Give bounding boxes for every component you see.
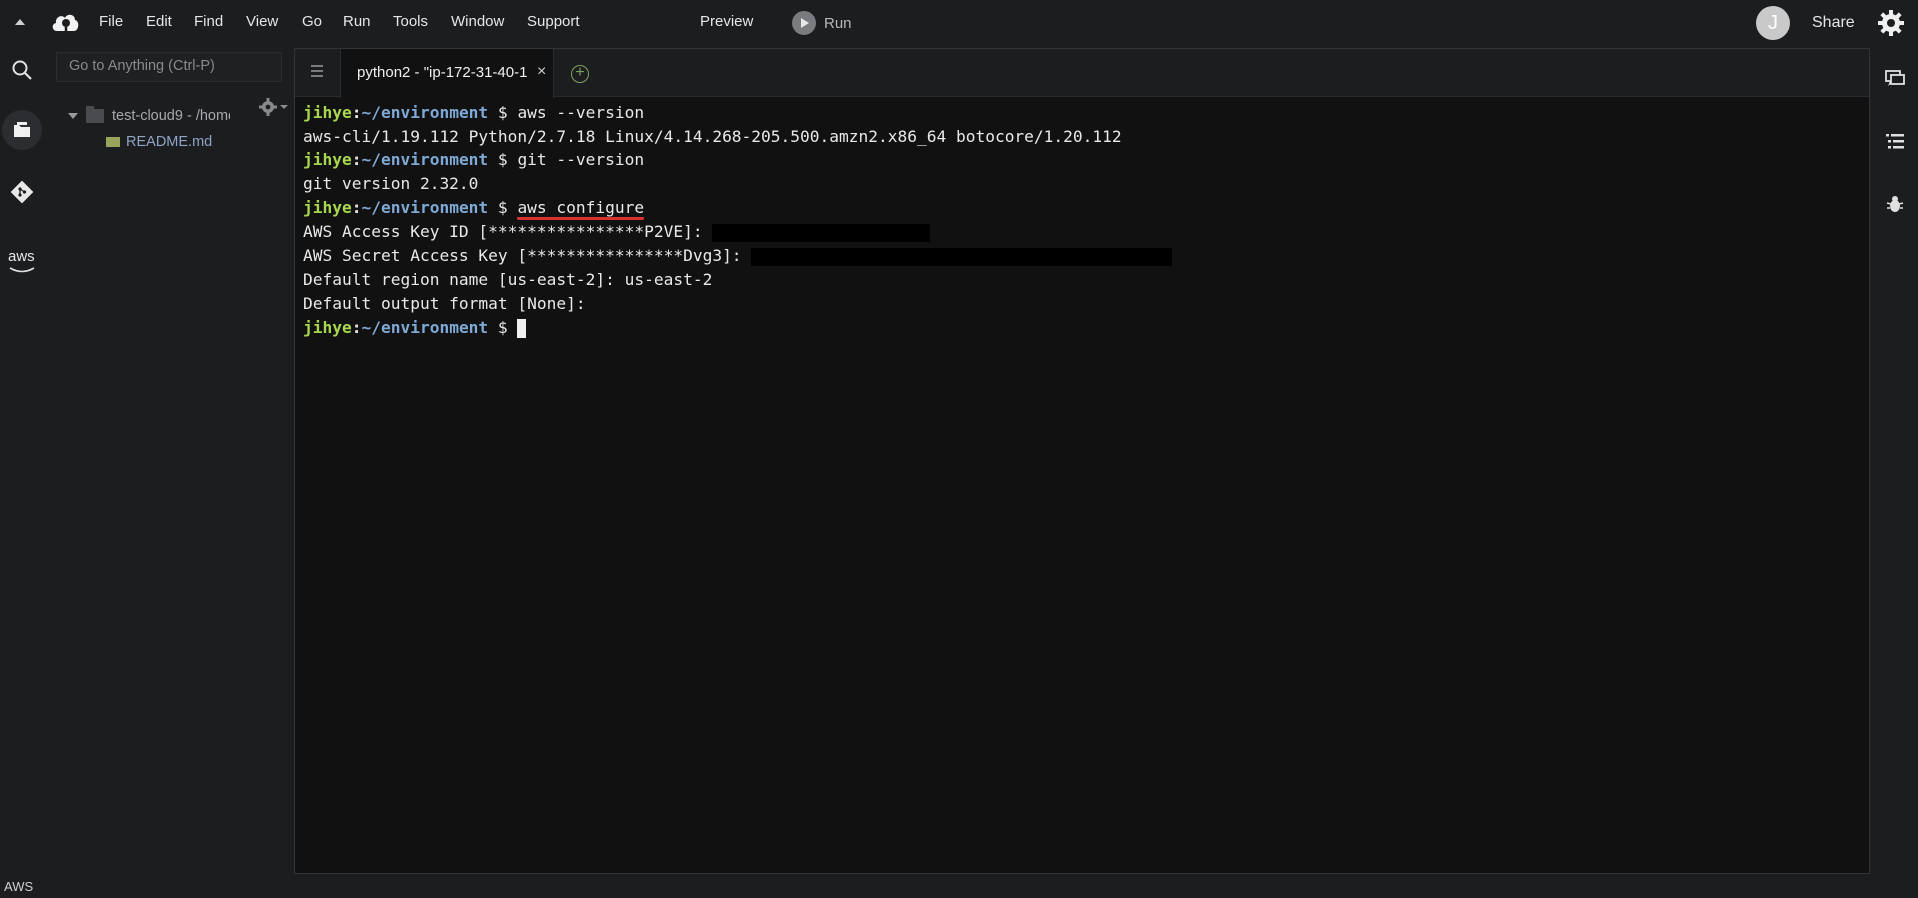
folder-icon <box>86 106 104 123</box>
menu-run[interactable]: Run <box>343 13 371 30</box>
terminal-line: jihye:~/environment $ aws configure <box>303 197 645 220</box>
terminal-line: AWS Access Key ID [****************P2VE]… <box>303 221 931 243</box>
tab-bar: python2 - "ip-172-31-40-1 × + <box>295 49 1869 98</box>
play-icon <box>792 11 816 35</box>
prompt-symbol: $ <box>488 150 518 169</box>
prompt-user: jihye <box>303 198 352 217</box>
debugger-bug-icon[interactable] <box>1884 193 1906 215</box>
cloud9-logo-icon[interactable] <box>50 9 80 35</box>
terminal-line: aws-cli/1.19.112 Python/2.7.18 Linux/4.1… <box>303 127 1122 146</box>
tab-title: python2 - "ip-172-31-40-1 <box>357 64 528 81</box>
menu-bar: File Edit Find View Go Run Tools Window … <box>0 0 1918 46</box>
prompt-path: ~/environment <box>361 318 489 337</box>
prompt-user: jihye <box>303 318 352 337</box>
preview-button[interactable]: Preview <box>700 13 753 30</box>
terminal-line: jihye:~/environment $ aws --version <box>303 103 645 122</box>
secret-key-prompt: AWS Secret Access Key [****************D… <box>303 246 752 265</box>
left-icon-rail: aws <box>0 46 44 866</box>
aws-smile-icon <box>9 267 35 273</box>
command-text: git --version <box>517 150 645 169</box>
user-avatar[interactable]: J <box>1756 6 1790 40</box>
files-icon[interactable] <box>2 110 42 150</box>
tree-root-folder[interactable]: test-cloud9 - /home <box>68 106 230 126</box>
share-button[interactable]: Share <box>1812 14 1855 32</box>
aws-rail-label: aws <box>8 248 35 265</box>
terminal-line: jihye:~/environment $ git --version <box>303 150 645 169</box>
file-tree-panel: Go to Anything (Ctrl-P) test-cloud9 - /h… <box>44 46 294 866</box>
command-text: aws --version <box>517 103 645 122</box>
git-icon[interactable] <box>6 176 38 208</box>
run-label: Run <box>824 14 852 32</box>
menu-window[interactable]: Window <box>451 13 504 30</box>
menu-view[interactable]: View <box>246 13 278 30</box>
menu-go[interactable]: Go <box>302 13 322 30</box>
tree-root-label: test-cloud9 - /home <box>112 108 230 124</box>
menu-find[interactable]: Find <box>194 13 223 30</box>
terminal-line: Default region name [us-east-2]: us-east… <box>303 270 713 289</box>
prompt-symbol: $ <box>488 198 518 217</box>
markdown-file-icon <box>106 137 120 147</box>
prompt-symbol: $ <box>488 318 518 337</box>
terminal-cursor <box>517 319 527 338</box>
prompt-path: ~/environment <box>361 103 489 122</box>
tab-terminal[interactable]: python2 - "ip-172-31-40-1 × <box>340 49 554 98</box>
prompt-path: ~/environment <box>361 150 489 169</box>
run-button[interactable]: Run <box>792 11 852 35</box>
close-icon[interactable]: × <box>537 63 546 81</box>
go-to-anything-input[interactable]: Go to Anything (Ctrl-P) <box>56 52 282 82</box>
prompt-path: ~/environment <box>361 198 489 217</box>
access-key-prompt: AWS Access Key ID [****************P2VE]… <box>303 222 713 241</box>
outline-icon[interactable] <box>1884 131 1906 153</box>
terminal-line: git version 2.32.0 <box>303 174 479 193</box>
terminal-line: Default output format [None]: <box>303 294 586 313</box>
add-tab-icon[interactable]: + <box>571 65 589 83</box>
chevron-down-icon[interactable] <box>68 113 78 119</box>
highlighted-command: aws configure <box>517 198 645 220</box>
menu-edit[interactable]: Edit <box>146 13 172 30</box>
search-icon[interactable] <box>6 54 38 86</box>
prompt-symbol: $ <box>488 103 518 122</box>
tab-menu-icon[interactable] <box>311 65 323 79</box>
settings-gear-icon[interactable] <box>1876 8 1906 38</box>
terminal-line: jihye:~/environment $ <box>303 317 527 339</box>
status-aws-label[interactable]: AWS <box>4 879 33 894</box>
collaborate-icon[interactable] <box>1884 68 1906 90</box>
menu-support[interactable]: Support <box>527 13 580 30</box>
right-icon-rail <box>1872 46 1918 866</box>
tree-file-readme[interactable]: README.md <box>106 134 212 150</box>
redacted-block <box>712 223 931 242</box>
redacted-block <box>751 247 1173 266</box>
prompt-user: jihye <box>303 150 352 169</box>
tree-settings-gear-icon[interactable] <box>256 96 290 118</box>
editor-panel: python2 - "ip-172-31-40-1 × + jihye:~/en… <box>294 48 1870 874</box>
tree-file-label: README.md <box>126 134 213 150</box>
prompt-user: jihye <box>303 103 352 122</box>
terminal-output[interactable]: jihye:~/environment $ aws --version aws-… <box>303 102 1869 873</box>
collapse-menu-icon[interactable] <box>12 14 28 30</box>
terminal-line: AWS Secret Access Key [****************D… <box>303 245 1173 267</box>
menu-file[interactable]: File <box>99 13 123 30</box>
menu-tools[interactable]: Tools <box>393 13 428 30</box>
